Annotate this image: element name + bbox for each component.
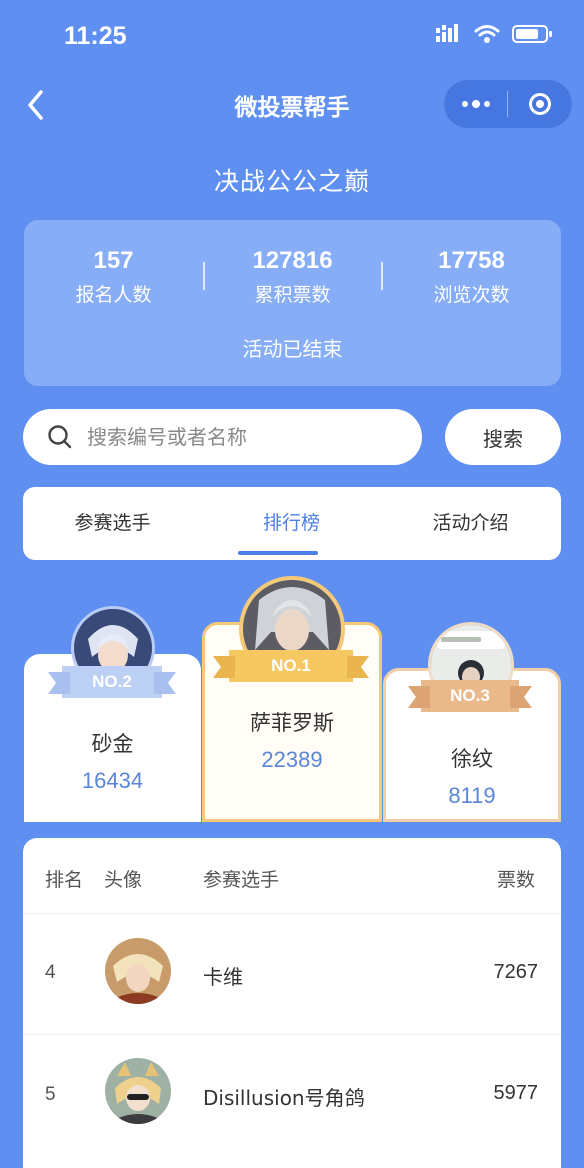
avatar xyxy=(105,938,171,1004)
search-box xyxy=(23,409,422,465)
rank-ribbon: NO.2 xyxy=(48,666,176,698)
row-votes: 7267 xyxy=(493,961,539,983)
column-header-rank: 排名 xyxy=(45,869,84,891)
rank-label: NO.3 xyxy=(450,686,490,705)
rank-label: NO.2 xyxy=(92,672,132,691)
stat-label: 报名人数 xyxy=(75,284,152,306)
event-status: 活动已结束 xyxy=(242,337,343,361)
stat-views: 17758 浏览次数 xyxy=(382,248,561,307)
stat-value: 127816 xyxy=(252,247,333,274)
tab-bar: 参赛选手 排行榜 活动介绍 xyxy=(23,487,561,560)
tab-event-info[interactable]: 活动介绍 xyxy=(381,487,560,560)
stat-label: 累积票数 xyxy=(254,284,331,306)
back-icon[interactable] xyxy=(22,88,52,122)
stat-total-votes: 127816 累积票数 xyxy=(203,248,382,307)
avatar xyxy=(105,1058,171,1124)
column-header-avatar: 头像 xyxy=(104,869,143,891)
contestant-name: 徐纹 xyxy=(451,747,493,771)
battery-icon xyxy=(512,25,552,43)
search-icon xyxy=(48,425,72,449)
search-input[interactable] xyxy=(85,424,389,450)
status-time: 11:25 xyxy=(64,22,127,50)
active-tab-indicator xyxy=(238,551,318,555)
column-header-votes: 票数 xyxy=(497,869,536,891)
row-rank: 5 xyxy=(45,1084,56,1105)
rank-ribbon: NO.3 xyxy=(408,680,532,712)
signal-icon xyxy=(436,24,458,42)
stat-registrants: 157 报名人数 xyxy=(24,248,203,307)
row-votes: 5977 xyxy=(493,1082,539,1104)
contestant-votes: 16434 xyxy=(81,768,144,793)
table-row[interactable] xyxy=(23,914,561,1034)
close-mini-program-icon[interactable] xyxy=(508,80,571,128)
stats-card: 157 报名人数 127816 累积票数 17758 浏览次数 活动已结束 xyxy=(24,220,561,386)
mini-program-capsule xyxy=(444,80,572,128)
contestant-votes: 8119 xyxy=(448,783,496,808)
rank-ribbon: NO.1 xyxy=(213,650,369,682)
wifi-icon xyxy=(474,25,500,43)
column-header-player: 参赛选手 xyxy=(203,869,280,891)
row-name: 卡维 xyxy=(203,965,243,989)
search-button[interactable]: 搜索 xyxy=(445,409,561,465)
row-rank: 4 xyxy=(45,962,56,983)
row-name: Disillusion号角鸽 xyxy=(203,1086,365,1110)
stat-value: 157 xyxy=(93,247,134,274)
stat-label: 浏览次数 xyxy=(433,284,510,306)
tab-contestants[interactable]: 参赛选手 xyxy=(23,487,202,560)
more-icon[interactable] xyxy=(444,80,507,128)
contestant-name: 砂金 xyxy=(91,732,134,756)
tab-leaderboard[interactable]: 排行榜 xyxy=(202,487,381,560)
rank-label: NO.1 xyxy=(271,656,311,675)
event-title: 决战公公之巅 xyxy=(213,167,370,196)
stat-value: 17758 xyxy=(438,247,505,274)
contestant-votes: 22389 xyxy=(261,747,323,772)
contestant-name: 萨菲罗斯 xyxy=(250,711,334,735)
status-icons xyxy=(436,24,552,44)
